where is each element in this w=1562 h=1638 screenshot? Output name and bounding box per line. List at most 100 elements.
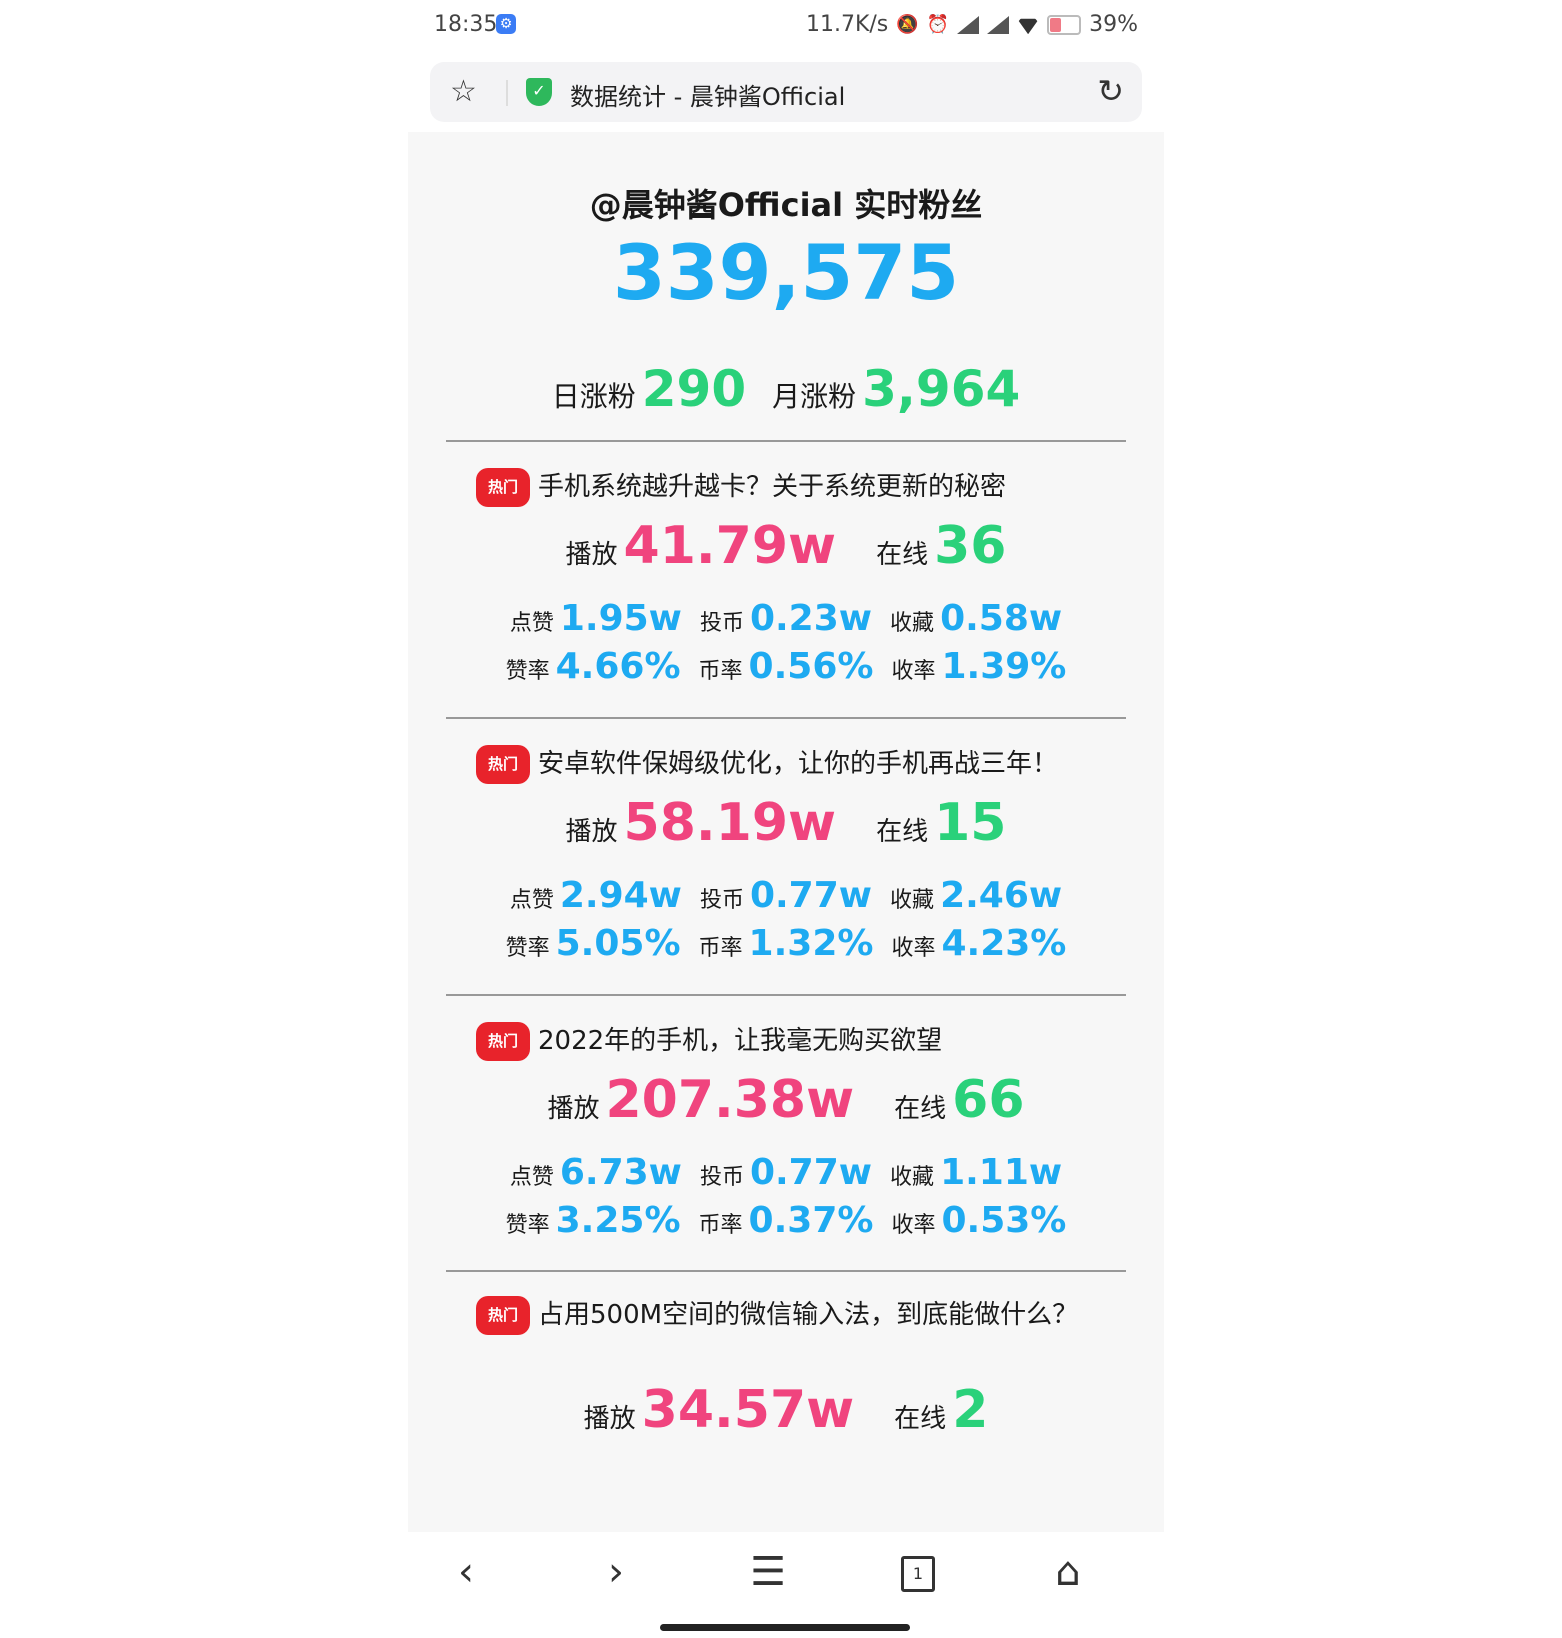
online-value: 66	[952, 1070, 1025, 1130]
play-label: 播放	[565, 540, 618, 570]
daily-label: 日涨粉	[551, 380, 636, 413]
like-value: 1.95w	[559, 598, 682, 639]
status-right: 11.7K/s 🔕 ⏰ 39%	[806, 12, 1138, 37]
fav-value: 0.58w	[940, 598, 1063, 639]
coin-value: 0.23w	[749, 598, 873, 639]
page-content[interactable]: @晨钟酱Official 实时粉丝 339,575 日涨粉 290 月涨粉 3,964…	[408, 132, 1164, 1532]
security-shield-icon[interactable]: ✓	[526, 78, 552, 106]
online-value: 36	[934, 516, 1007, 576]
battery-icon	[1047, 14, 1082, 35]
like-value: 2.94w	[559, 875, 682, 916]
fav-label: 收藏	[890, 611, 935, 636]
back-icon[interactable]: ‹	[436, 1542, 496, 1602]
address-separator	[506, 80, 508, 106]
coin-rate-label: 币率	[698, 936, 743, 961]
like-label: 点赞	[509, 888, 554, 913]
coin-label: 投币	[699, 1165, 744, 1190]
like-label: 点赞	[509, 611, 554, 636]
divider	[446, 994, 1126, 996]
play-row: 播放 58.19w 在线 15	[408, 793, 1164, 853]
like-rate-value: 5.05%	[555, 923, 681, 964]
stats-row: 点赞 1.95w 投币 0.23w 收藏 0.58w	[408, 598, 1164, 639]
status-time: 18:35	[434, 12, 498, 37]
like-rate-value: 3.25%	[555, 1200, 681, 1241]
online-label: 在线	[876, 817, 929, 847]
fans-title: @晨钟酱Official 实时粉丝	[589, 186, 983, 224]
coin-rate-label: 币率	[698, 1213, 743, 1238]
rates-row: 赞率 5.05% 币率 1.32% 收率 4.23%	[408, 923, 1164, 964]
fav-value: 2.46w	[940, 875, 1063, 916]
like-rate-label: 赞率	[505, 936, 550, 961]
video-title-text[interactable]: 安卓软件保姆级优化，让你的手机再战三年！	[538, 749, 1058, 779]
play-value: 207.38w	[605, 1070, 855, 1130]
fans-count: 339,575	[612, 228, 960, 317]
play-value: 34.57w	[641, 1380, 855, 1440]
play-label: 播放	[583, 1404, 636, 1434]
address-bar[interactable]: ☆ ✓ 数据统计 - 晨钟酱Official ↻	[430, 62, 1142, 122]
hot-badge: 热门	[476, 745, 531, 784]
bookmark-star-icon[interactable]: ☆	[450, 74, 477, 109]
video-title[interactable]: 热门 占用500M空间的微信输入法，到底能做什么？	[476, 1296, 1086, 1335]
stats-row: 点赞 6.73w 投币 0.77w 收藏 1.11w	[408, 1152, 1164, 1193]
fav-value: 1.11w	[940, 1152, 1063, 1193]
fav-label: 收藏	[890, 888, 935, 913]
wifi-icon	[1017, 16, 1039, 34]
gear-icon: ⚙	[496, 14, 516, 34]
menu-icon[interactable]: ☰	[738, 1542, 798, 1602]
status-bar: 18:35 ⚙ 11.7K/s 🔕 ⏰ 39%	[408, 0, 1164, 52]
growth-row: 日涨粉 290 月涨粉 3,964	[408, 360, 1164, 418]
home-icon[interactable]: ⌂	[1038, 1542, 1098, 1602]
signal-icon-2	[987, 15, 1010, 34]
fav-rate-value: 0.53%	[941, 1200, 1067, 1241]
online-label: 在线	[894, 1094, 947, 1124]
hot-badge: 热门	[476, 1022, 531, 1061]
gesture-bar[interactable]	[660, 1624, 910, 1631]
play-row: 播放 41.79w 在线 36	[408, 516, 1164, 576]
stats-row: 点赞 2.94w 投币 0.77w 收藏 2.46w	[408, 875, 1164, 916]
tabs-count[interactable]: 1	[901, 1556, 935, 1592]
signal-icon	[957, 15, 980, 34]
like-value: 6.73w	[559, 1152, 682, 1193]
reload-icon[interactable]: ↻	[1097, 72, 1124, 110]
online-value: 15	[934, 793, 1007, 853]
coin-rate-value: 0.56%	[748, 646, 874, 687]
mute-icon: 🔕	[896, 14, 919, 35]
video-title-text[interactable]: 2022年的手机，让我毫无购买欲望	[538, 1026, 942, 1056]
page-title[interactable]: 数据统计 - 晨钟酱Official	[570, 77, 845, 112]
play-label: 播放	[547, 1094, 600, 1124]
coin-value: 0.77w	[749, 875, 873, 916]
coin-label: 投币	[699, 611, 744, 636]
video-title[interactable]: 热门 2022年的手机，让我毫无购买欲望	[476, 1022, 1086, 1061]
coin-value: 0.77w	[749, 1152, 873, 1193]
fav-rate-label: 收率	[891, 1213, 936, 1238]
fav-rate-label: 收率	[891, 659, 936, 684]
play-value: 58.19w	[623, 793, 837, 853]
coin-label: 投币	[699, 888, 744, 913]
daily-value: 290	[641, 360, 747, 418]
fav-rate-value: 1.39%	[941, 646, 1067, 687]
online-label: 在线	[876, 540, 929, 570]
tabs-button[interactable]: 1	[888, 1542, 948, 1602]
like-label: 点赞	[509, 1165, 554, 1190]
like-rate-value: 4.66%	[555, 646, 681, 687]
fav-rate-label: 收率	[891, 936, 936, 961]
coin-rate-value: 0.37%	[748, 1200, 874, 1241]
video-title-text[interactable]: 占用500M空间的微信输入法，到底能做什么？	[538, 1300, 1078, 1330]
phone-screen: 18:35 ⚙ 11.7K/s 🔕 ⏰ 39% ☆ ✓ 数据统计 - 晨钟酱Of…	[408, 0, 1164, 1638]
hot-badge: 热门	[476, 1296, 531, 1335]
online-value: 2	[952, 1380, 989, 1440]
net-speed: 11.7K/s	[805, 12, 889, 37]
divider	[446, 717, 1126, 719]
play-label: 播放	[565, 817, 618, 847]
rates-row: 赞率 4.66% 币率 0.56% 收率 1.39%	[408, 646, 1164, 687]
hot-badge: 热门	[476, 468, 531, 507]
video-title[interactable]: 热门 手机系统越升越卡？关于系统更新的秘密	[476, 468, 1086, 507]
bottom-navigation: ‹ › ☰ 1 ⌂	[408, 1532, 1164, 1638]
fav-rate-value: 4.23%	[941, 923, 1067, 964]
video-title[interactable]: 热门 安卓软件保姆级优化，让你的手机再战三年！	[476, 745, 1086, 784]
coin-rate-value: 1.32%	[748, 923, 874, 964]
video-title-text[interactable]: 手机系统越升越卡？关于系统更新的秘密	[538, 472, 1006, 502]
play-row: 播放 34.57w 在线 2	[408, 1380, 1164, 1440]
forward-icon[interactable]: ›	[586, 1542, 646, 1602]
like-rate-label: 赞率	[505, 659, 550, 684]
